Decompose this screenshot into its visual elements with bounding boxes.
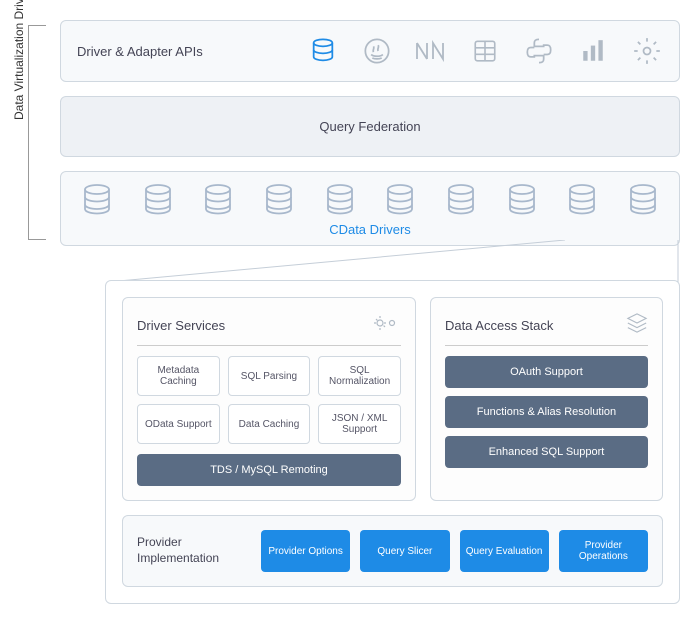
- service-chip: Metadata Caching: [137, 356, 220, 396]
- access-bar: Enhanced SQL Support: [445, 436, 648, 468]
- database-icon: [307, 35, 339, 67]
- provider-chip: Provider Operations: [559, 530, 648, 572]
- apis-box: Driver & Adapter APIs: [60, 20, 680, 82]
- service-chip: SQL Parsing: [228, 356, 311, 396]
- java-icon: [361, 35, 393, 67]
- vertical-label: Data Virtualization Driver: [12, 0, 26, 120]
- python-icon: [523, 35, 555, 67]
- provider-chip: Query Evaluation: [460, 530, 549, 572]
- provider-chips: Provider Options Query Slicer Query Eval…: [261, 530, 648, 572]
- data-access-panel: Data Access Stack OAuth Support Function…: [430, 297, 663, 501]
- data-access-title: Data Access Stack: [445, 318, 553, 333]
- driver-services-panel: Driver Services Metadata Caching SQL Par…: [122, 297, 416, 501]
- apis-icons: [307, 35, 663, 67]
- dotnet-icon: [415, 35, 447, 67]
- access-bar: OAuth Support: [445, 356, 648, 388]
- gears-icon: [371, 312, 401, 339]
- access-bar: Functions & Alias Resolution: [445, 396, 648, 428]
- driver-services-title: Driver Services: [137, 318, 225, 333]
- service-chip: Data Caching: [228, 404, 311, 444]
- gear-icon: [631, 35, 663, 67]
- apis-label: Driver & Adapter APIs: [77, 44, 203, 59]
- db-row: document.write(Array(10).fill('<svg widt…: [77, 182, 663, 218]
- service-chip: JSON / XML Support: [318, 404, 401, 444]
- drivers-box: document.write(Array(10).fill('<svg widt…: [60, 171, 680, 246]
- bracket: [28, 25, 46, 240]
- services-grid: Metadata Caching SQL Parsing SQL Normali…: [137, 356, 401, 444]
- layers-icon: [626, 312, 648, 339]
- detail-container: Driver Services Metadata Caching SQL Par…: [105, 280, 680, 604]
- remoting-bar: TDS / MySQL Remoting: [137, 454, 401, 486]
- top-layers: Driver & Adapter APIs Query Federation d…: [60, 20, 680, 260]
- powerbi-icon: [577, 35, 609, 67]
- provider-chip: Query Slicer: [360, 530, 449, 572]
- provider-chip: Provider Options: [261, 530, 350, 572]
- service-chip: OData Support: [137, 404, 220, 444]
- provider-label: Provider Implementation: [137, 535, 247, 566]
- federation-box: Query Federation: [60, 96, 680, 157]
- drivers-label: CData Drivers: [77, 222, 663, 237]
- table-icon: [469, 35, 501, 67]
- provider-row: Provider Implementation Provider Options…: [122, 515, 663, 587]
- service-chip: SQL Normalization: [318, 356, 401, 396]
